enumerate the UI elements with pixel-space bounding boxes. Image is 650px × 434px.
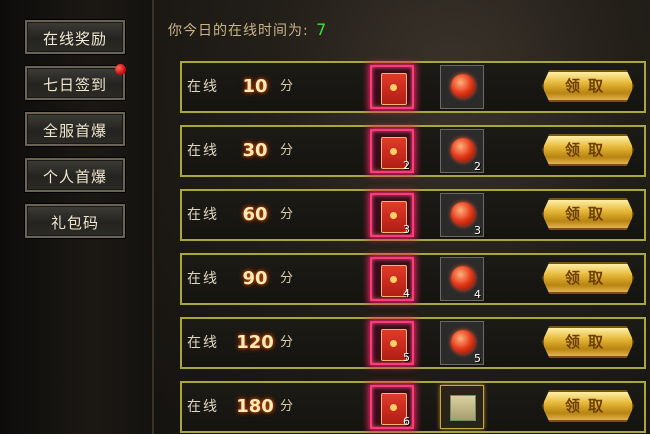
claim-button[interactable]: 领取 bbox=[542, 198, 634, 230]
row-label: 在线 bbox=[187, 143, 219, 159]
claim-button[interactable]: 领取 bbox=[542, 326, 634, 358]
slot-count: 2 bbox=[474, 160, 481, 173]
reward-row: 在线 120 分 5 5 领取 bbox=[180, 317, 646, 369]
online-reward-panel: 你今日的在线时间为: 7 在线 10 分 领取 在线 30 分 2 2 领取 在… bbox=[154, 0, 650, 434]
slot-count: 5 bbox=[403, 351, 410, 364]
reward-row: 在线 180 分 6 领取 bbox=[180, 381, 646, 433]
red-orb-icon bbox=[451, 266, 475, 290]
reward-slot-envelope[interactable]: 4 bbox=[370, 257, 414, 301]
reward-slot-envelope[interactable]: 3 bbox=[370, 193, 414, 237]
row-label: 在线 bbox=[187, 335, 219, 351]
reward-slot-item[interactable]: 4 bbox=[440, 257, 484, 301]
reward-slot-item[interactable]: 2 bbox=[440, 129, 484, 173]
red-orb-icon bbox=[451, 74, 475, 98]
online-time-header: 你今日的在线时间为: 7 bbox=[168, 20, 327, 40]
reward-slot-item[interactable] bbox=[440, 385, 484, 429]
slot-count: 4 bbox=[474, 288, 481, 301]
row-minutes: 30 bbox=[242, 140, 268, 161]
reward-row: 在线 10 分 领取 bbox=[180, 61, 646, 113]
reward-slot-item[interactable] bbox=[440, 65, 484, 109]
row-unit: 分 bbox=[280, 271, 294, 286]
sidebar-item-gift-code[interactable]: 礼包码 bbox=[25, 204, 125, 238]
sidebar: 在线奖励 七日签到 全服首爆 个人首爆 礼包码 bbox=[0, 0, 154, 434]
row-minutes: 60 bbox=[242, 204, 268, 225]
reward-slot-envelope[interactable]: 6 bbox=[370, 385, 414, 429]
row-minutes: 180 bbox=[236, 396, 274, 417]
row-unit: 分 bbox=[280, 207, 294, 222]
slot-count: 5 bbox=[474, 352, 481, 365]
reward-slot-item[interactable]: 5 bbox=[440, 321, 484, 365]
reward-row: 在线 90 分 4 4 领取 bbox=[180, 253, 646, 305]
row-unit: 分 bbox=[280, 143, 294, 158]
online-time-value: 7 bbox=[316, 20, 328, 39]
reward-slot-envelope[interactable]: 2 bbox=[370, 129, 414, 173]
reward-slot-envelope[interactable] bbox=[370, 65, 414, 109]
slot-count: 3 bbox=[403, 223, 410, 236]
reward-slot-item[interactable]: 3 bbox=[440, 193, 484, 237]
row-label: 在线 bbox=[187, 399, 219, 415]
row-label: 在线 bbox=[187, 271, 219, 287]
slot-count: 3 bbox=[474, 224, 481, 237]
claim-button[interactable]: 领取 bbox=[542, 390, 634, 422]
reward-row: 在线 60 分 3 3 领取 bbox=[180, 189, 646, 241]
sidebar-item-seven-day-signin[interactable]: 七日签到 bbox=[25, 64, 126, 100]
slot-count: 4 bbox=[403, 287, 410, 300]
sidebar-item-label: 七日签到 bbox=[42, 76, 107, 94]
claim-button[interactable]: 领取 bbox=[542, 134, 634, 166]
slot-count: 2 bbox=[403, 159, 410, 172]
claim-button[interactable]: 领取 bbox=[542, 262, 634, 294]
scroll-icon bbox=[450, 395, 476, 421]
row-minutes: 90 bbox=[242, 268, 268, 289]
notification-dot-icon bbox=[115, 64, 126, 75]
sidebar-item-online-reward[interactable]: 在线奖励 bbox=[25, 20, 125, 54]
row-unit: 分 bbox=[280, 79, 294, 94]
red-orb-icon bbox=[451, 202, 475, 226]
red-orb-icon bbox=[451, 138, 475, 162]
row-unit: 分 bbox=[280, 399, 294, 414]
claim-button[interactable]: 领取 bbox=[542, 70, 634, 102]
reward-row: 在线 30 分 2 2 领取 bbox=[180, 125, 646, 177]
red-orb-icon bbox=[451, 330, 475, 354]
sidebar-item-personal-first-drop[interactable]: 个人首爆 bbox=[25, 158, 125, 192]
row-minutes: 10 bbox=[242, 76, 268, 97]
row-unit: 分 bbox=[280, 335, 294, 350]
sidebar-item-server-first-drop[interactable]: 全服首爆 bbox=[25, 112, 125, 146]
row-minutes: 120 bbox=[236, 332, 274, 353]
red-envelope-icon bbox=[381, 73, 407, 105]
online-time-label: 你今日的在线时间为: bbox=[168, 23, 309, 39]
row-label: 在线 bbox=[187, 207, 219, 223]
reward-slot-envelope[interactable]: 5 bbox=[370, 321, 414, 365]
slot-count: 6 bbox=[403, 415, 410, 428]
row-label: 在线 bbox=[187, 79, 219, 95]
